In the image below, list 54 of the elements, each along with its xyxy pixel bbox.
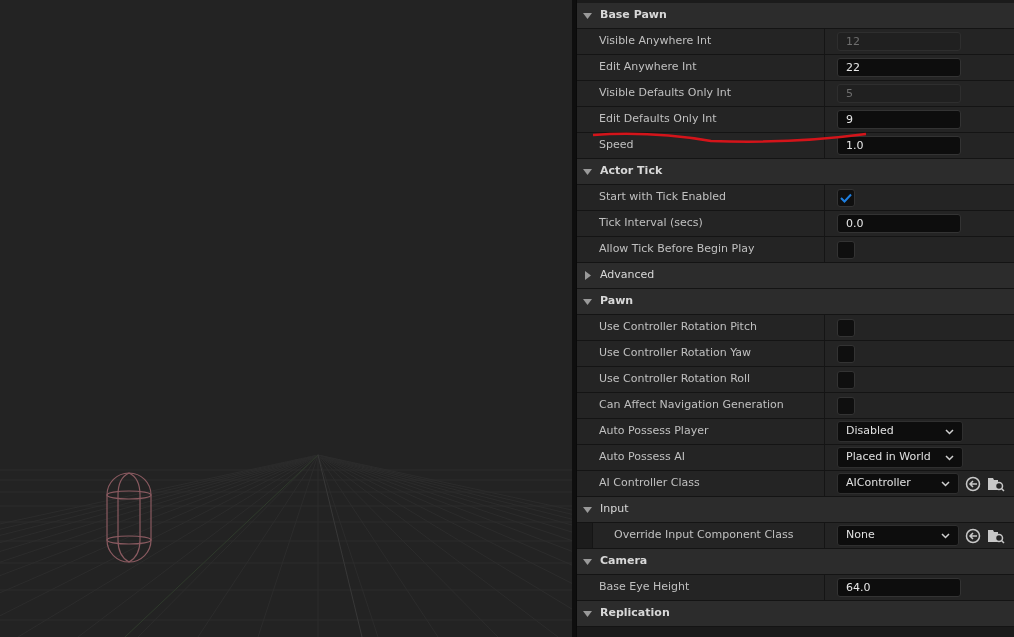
property-label: Visible Anywhere Int	[599, 33, 712, 50]
property-label: Start with Tick Enabled	[599, 189, 726, 206]
property-label: Can Affect Navigation Generation	[599, 397, 784, 414]
property-label: Auto Possess Player	[599, 423, 709, 440]
property-label: AI Controller Class	[599, 475, 700, 492]
checkbox[interactable]	[837, 318, 855, 337]
section-title[interactable]: Camera	[600, 553, 648, 570]
use-selected-icon[interactable]	[965, 475, 981, 492]
checkbox[interactable]	[837, 240, 855, 259]
property-label: Speed	[599, 137, 634, 154]
collapse-arrow-icon[interactable]	[583, 167, 592, 176]
number-field[interactable]: 22	[837, 58, 961, 77]
use-selected-icon[interactable]	[965, 527, 981, 544]
property-label: Edit Defaults Only Int	[599, 111, 717, 128]
browse-icon[interactable]	[987, 475, 1005, 492]
property-label: Auto Possess AI	[599, 449, 685, 466]
section-title[interactable]: Actor Tick	[600, 163, 663, 180]
dropdown[interactable]: Disabled	[837, 421, 963, 442]
browse-icon[interactable]	[987, 527, 1005, 544]
dropdown[interactable]: None	[837, 525, 959, 546]
property-label: Override Input Component Class	[614, 527, 794, 544]
section-title[interactable]: Advanced	[600, 267, 655, 284]
property-label: Visible Defaults Only Int	[599, 85, 732, 102]
chevron-down-icon	[945, 428, 954, 435]
expand-arrow-icon[interactable]	[583, 271, 592, 280]
property-label: Allow Tick Before Begin Play	[599, 241, 755, 258]
chevron-down-icon	[941, 532, 950, 539]
chevron-down-icon	[945, 454, 954, 461]
dropdown[interactable]: Placed in World	[837, 447, 963, 468]
checkbox[interactable]	[837, 370, 855, 389]
collapse-arrow-icon[interactable]	[583, 557, 592, 566]
number-field[interactable]: 0.0	[837, 214, 961, 233]
property-label: Edit Anywhere Int	[599, 59, 697, 76]
collapse-arrow-icon[interactable]	[583, 297, 592, 306]
number-field[interactable]: 9	[837, 110, 961, 129]
checkbox[interactable]	[837, 344, 855, 363]
collapse-arrow-icon[interactable]	[583, 11, 592, 20]
property-label: Base Eye Height	[599, 579, 690, 596]
checkbox[interactable]	[837, 396, 855, 415]
section-title[interactable]: Replication	[600, 605, 670, 622]
section-title[interactable]: Input	[600, 501, 629, 518]
property-label: Use Controller Rotation Pitch	[599, 319, 757, 336]
number-field[interactable]: 64.0	[837, 578, 961, 597]
section-title[interactable]: Base Pawn	[600, 7, 667, 24]
property-label: Use Controller Rotation Roll	[599, 371, 751, 388]
checkbox[interactable]	[837, 188, 855, 207]
dropdown[interactable]: AIController	[837, 473, 959, 494]
section-title[interactable]: Pawn	[600, 293, 634, 310]
collapse-arrow-icon[interactable]	[583, 609, 592, 618]
collapse-arrow-icon[interactable]	[583, 505, 592, 514]
property-label: Tick Interval (secs)	[599, 215, 703, 232]
property-label: Use Controller Rotation Yaw	[599, 345, 752, 362]
chevron-down-icon	[941, 480, 950, 487]
number-field[interactable]: 1.0	[837, 136, 961, 155]
